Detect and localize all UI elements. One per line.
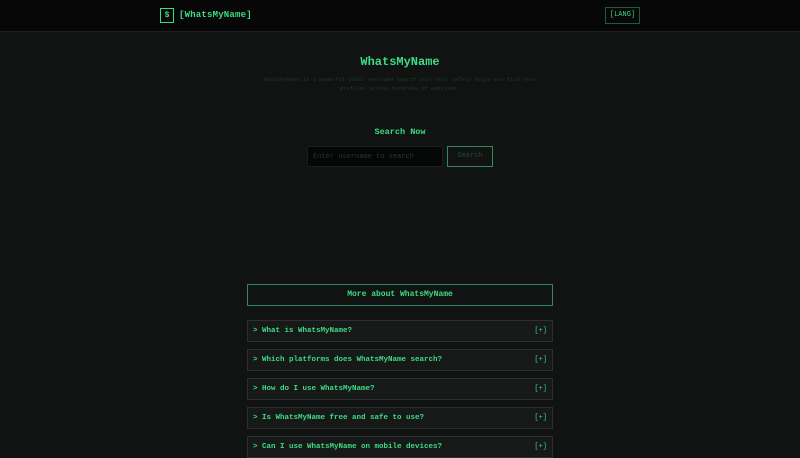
faq-question: > Is WhatsMyName free and safe to use? xyxy=(253,414,425,422)
faq-item-how-to-use[interactable]: > How do I use WhatsMyName? [+] xyxy=(247,378,553,400)
expand-icon[interactable]: [+] xyxy=(534,437,547,457)
search-input[interactable] xyxy=(307,146,443,167)
page-description: WhatsMyName is a powerful OSINT username… xyxy=(264,77,536,92)
faq-question: > Which platforms does WhatsMyName searc… xyxy=(253,356,443,364)
page-title: WhatsMyName xyxy=(360,55,440,69)
faq-item-mobile[interactable]: > Can I use WhatsMyName on mobile device… xyxy=(247,436,553,458)
expand-icon[interactable]: [+] xyxy=(534,321,547,341)
expand-icon[interactable]: [+] xyxy=(534,379,547,399)
faq-question: > What is WhatsMyName? xyxy=(253,327,353,335)
faq-question: > Can I use WhatsMyName on mobile device… xyxy=(253,443,443,451)
logo-text[interactable]: [WhatsMyName] xyxy=(179,9,252,21)
top-nav: $ [WhatsMyName] [LANG] xyxy=(0,0,800,32)
faq-item-what-is[interactable]: > What is WhatsMyName? [+] xyxy=(247,320,553,342)
faq-item-platforms[interactable]: > Which platforms does WhatsMyName searc… xyxy=(247,349,553,371)
faq-item-free-safe[interactable]: > Is WhatsMyName free and safe to use? [… xyxy=(247,407,553,429)
more-about-heading: More about WhatsMyName xyxy=(247,284,553,306)
logo-icon[interactable]: $ xyxy=(160,8,174,23)
search-heading: Search Now xyxy=(374,127,426,137)
expand-icon[interactable]: [+] xyxy=(534,350,547,370)
search-button[interactable]: Search xyxy=(447,146,493,167)
faq-question: > How do I use WhatsMyName? xyxy=(253,385,375,393)
language-button[interactable]: [LANG] xyxy=(605,7,640,24)
expand-icon[interactable]: [+] xyxy=(534,408,547,428)
